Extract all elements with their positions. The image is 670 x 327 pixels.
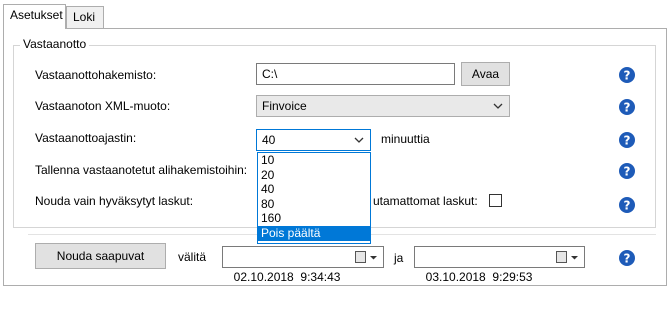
dropdown-option[interactable]: 20: [258, 168, 370, 183]
open-directory-button[interactable]: Avaa: [461, 62, 510, 86]
chevron-down-icon[interactable]: [369, 251, 378, 263]
directory-label: Vastaanottohakemisto:: [35, 68, 157, 82]
unapproved-label: utamattomat laskut:: [373, 194, 478, 208]
help-question-icon[interactable]: ?: [618, 98, 636, 116]
dropdown-option[interactable]: 40: [258, 182, 370, 197]
calendar-icon[interactable]: [556, 251, 567, 263]
svg-text:?: ?: [624, 134, 631, 148]
to-date-value: 03.10.2018 9:29:53: [425, 270, 533, 284]
svg-text:?: ?: [624, 252, 631, 266]
help-question-icon[interactable]: ?: [618, 131, 636, 149]
fetch-incoming-button[interactable]: Nouda saapuvat: [35, 243, 166, 269]
xml-format-value: Finvoice: [262, 99, 307, 113]
svg-text:?: ?: [624, 69, 631, 83]
dropdown-option[interactable]: 160: [258, 211, 370, 226]
timer-select[interactable]: 40: [256, 129, 371, 151]
calendar-icon[interactable]: [355, 251, 366, 263]
from-date-value: 02.10.2018 9:34:43: [233, 270, 341, 284]
timer-value: 40: [262, 133, 276, 147]
timer-label: Vastaanottoajastin:: [35, 131, 137, 145]
subfolders-label: Tallenna vastaanotetut alihakemistoihin:: [35, 163, 248, 177]
timer-dropdown-list[interactable]: 10 20 40 80 160 Pois päältä: [257, 152, 371, 244]
xml-format-select[interactable]: Finvoice: [256, 95, 510, 117]
and-label: ja: [394, 251, 404, 265]
dropdown-option-selected[interactable]: Pois päältä: [258, 225, 370, 241]
help-question-icon[interactable]: ?: [618, 249, 636, 267]
svg-text:?: ?: [624, 101, 631, 115]
chevron-down-icon[interactable]: [570, 251, 579, 263]
from-date-picker[interactable]: 02.10.2018 9:34:43: [222, 246, 384, 284]
help-question-icon[interactable]: ?: [618, 196, 636, 214]
chevron-down-icon: [493, 103, 503, 109]
tab-loki[interactable]: Loki: [66, 6, 104, 28]
approved-only-label: Nouda vain hyväksytyt laskut:: [35, 194, 194, 208]
dropdown-option[interactable]: 10: [258, 153, 370, 168]
help-question-icon[interactable]: ?: [618, 162, 636, 180]
help-question-icon[interactable]: ?: [618, 66, 636, 84]
tab-asetukset[interactable]: Asetukset: [3, 4, 66, 29]
xml-format-label: Vastaanoton XML-muoto:: [35, 99, 171, 113]
chevron-down-icon: [354, 137, 364, 143]
unapproved-checkbox[interactable]: [489, 194, 502, 207]
timer-unit-label: minuuttia: [381, 132, 430, 146]
between-label: välitä: [178, 250, 207, 264]
dropdown-option[interactable]: 80: [258, 197, 370, 212]
svg-text:?: ?: [624, 199, 631, 213]
svg-text:?: ?: [624, 165, 631, 179]
directory-input[interactable]: C:\: [256, 63, 455, 85]
to-date-picker[interactable]: 03.10.2018 9:29:53: [414, 246, 585, 284]
group-title: Vastaanotto: [20, 37, 90, 51]
